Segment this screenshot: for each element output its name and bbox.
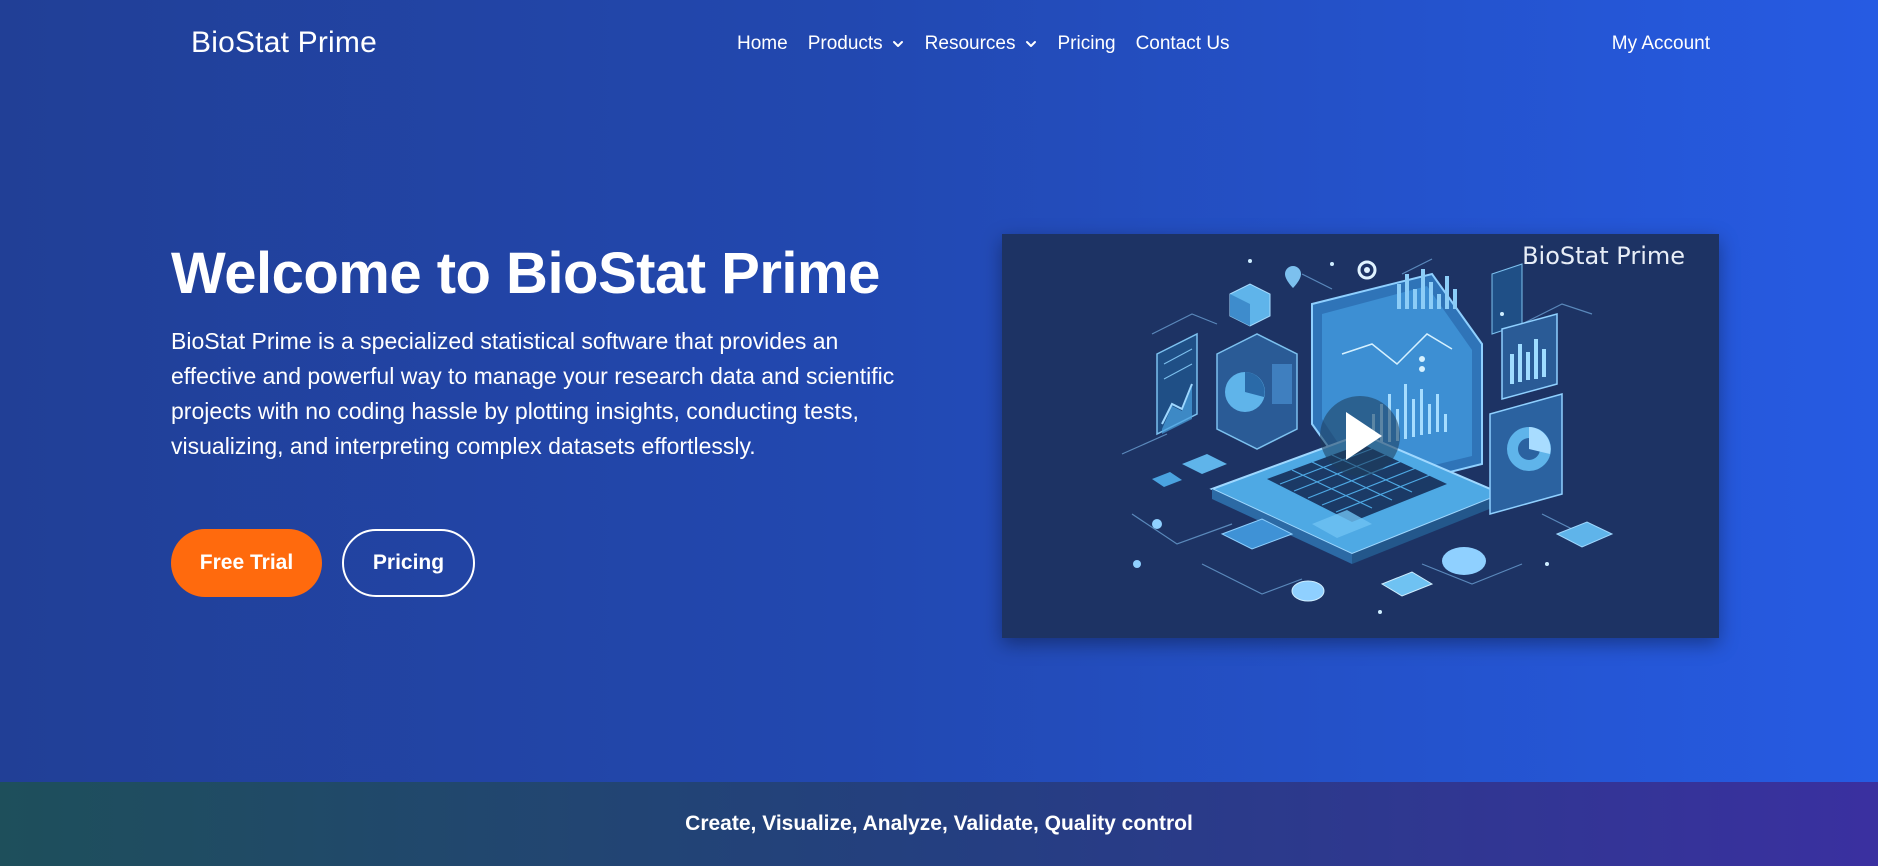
top-navigation: BioStat Prime Home Products Resources Pr…	[0, 0, 1878, 90]
pricing-button[interactable]: Pricing	[342, 529, 475, 597]
nav-item-label: Products	[807, 33, 883, 54]
banner-text: Create, Visualize, Analyze, Validate, Qu…	[685, 812, 1193, 835]
promo-video[interactable]: BioStat Prime	[1002, 234, 1719, 638]
nav-item-pricing[interactable]: Pricing	[1058, 33, 1116, 55]
nav-item-label: Resources	[924, 33, 1016, 54]
hero-title: Welcome to BioStat Prime	[171, 241, 880, 306]
chevron-down-icon	[892, 41, 903, 47]
nav-item-products[interactable]: Products	[808, 33, 905, 55]
nav-item-label: Pricing	[1057, 33, 1116, 54]
video-watermark: BioStat Prime	[1522, 242, 1685, 270]
main-menu: Home Products Resources Pricing Contact …	[737, 33, 1250, 55]
play-icon	[1346, 412, 1382, 460]
chevron-down-icon	[1025, 41, 1036, 47]
nav-item-label: Contact Us	[1135, 33, 1230, 54]
my-account-link[interactable]: My Account	[1612, 33, 1710, 55]
page: BioStat Prime Home Products Resources Pr…	[0, 0, 1878, 866]
brand-logo[interactable]: BioStat Prime	[191, 26, 377, 60]
nav-item-home[interactable]: Home	[737, 33, 788, 55]
nav-item-label: Home	[737, 33, 788, 54]
free-trial-button[interactable]: Free Trial	[171, 529, 322, 597]
hero-description: BioStat Prime is a specialized statistic…	[171, 328, 895, 459]
play-button[interactable]	[1320, 396, 1400, 476]
nav-item-resources[interactable]: Resources	[925, 33, 1038, 55]
nav-item-contact-us[interactable]: Contact Us	[1136, 33, 1230, 55]
feature-banner: Create, Visualize, Analyze, Validate, Qu…	[0, 782, 1878, 866]
